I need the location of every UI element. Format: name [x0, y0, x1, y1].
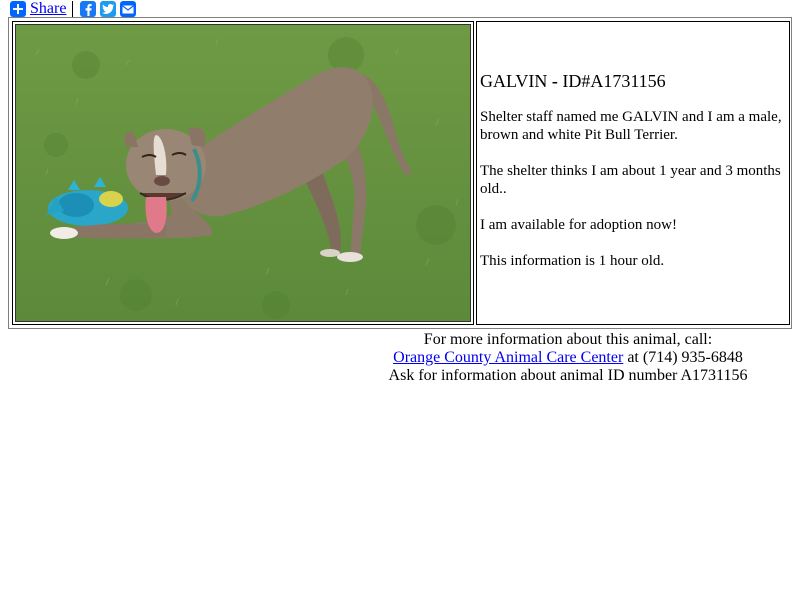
shelter-phone: at (714) 935-6848: [623, 349, 743, 366]
contact-intro: For more information about this animal, …: [423, 331, 713, 348]
contact-id-note: Ask for information about animal ID numb…: [388, 367, 748, 384]
pet-table: GALVIN - ID#A1731156 Shelter staff named…: [8, 17, 792, 329]
pet-age: The shelter thinks I am about 1 year and…: [480, 163, 781, 197]
share-divider: [72, 1, 74, 17]
contact-info: For more information about this animal, …: [330, 331, 800, 385]
title-separator: -: [547, 71, 563, 91]
pet-title: GALVIN - ID#A1731156: [480, 72, 782, 90]
twitter-icon[interactable]: [100, 1, 117, 17]
facebook-icon[interactable]: [80, 1, 97, 17]
contact-line: Orange County Animal Care Center at (714…: [330, 349, 800, 367]
share-link[interactable]: Share: [30, 0, 66, 18]
pet-description: Shelter staff named me GALVIN and I am a…: [480, 109, 782, 143]
plus-icon[interactable]: [10, 1, 26, 17]
pet-name: GALVIN: [480, 71, 548, 91]
share-bar: Share: [10, 0, 140, 18]
shelter-link[interactable]: Orange County Animal Care Center: [393, 349, 623, 366]
photo-cell: [12, 21, 474, 325]
pet-photo[interactable]: [15, 24, 471, 322]
pet-info: GALVIN - ID#A1731156 Shelter staff named…: [480, 72, 782, 288]
info-cell: GALVIN - ID#A1731156 Shelter staff named…: [476, 21, 790, 325]
pet-availability: I am available for adoption now!: [480, 217, 678, 233]
email-icon[interactable]: [120, 1, 137, 17]
pet-id: ID#A1731156: [562, 71, 666, 91]
info-freshness: This information is 1 hour old.: [480, 253, 665, 269]
